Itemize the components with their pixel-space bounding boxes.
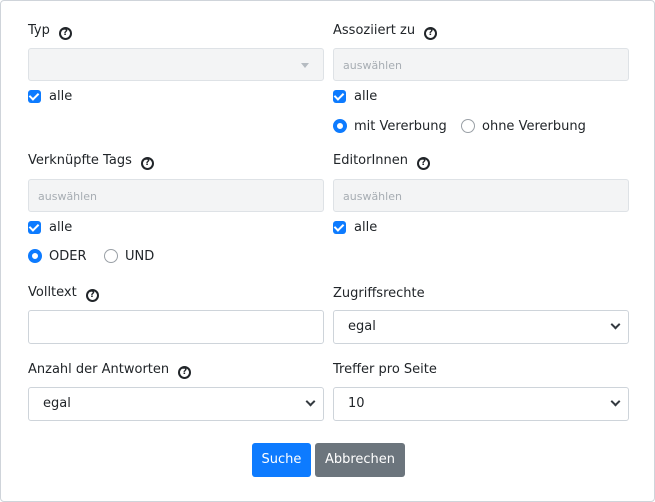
help-icon[interactable]: ?: [58, 27, 72, 40]
assoziiert-all-label: alle: [354, 89, 378, 104]
antworten-label-row: Anzahl der Antworten?: [28, 361, 192, 379]
typ-label-row: Typ?: [28, 22, 72, 40]
zugriff-value: egal: [348, 319, 376, 334]
oder-radio[interactable]: [28, 249, 42, 263]
tags-label-row: Verknüpfte Tags?: [28, 152, 154, 170]
caret-down-icon: [301, 63, 309, 68]
search-button[interactable]: Suche: [252, 443, 311, 477]
treffer-value: 10: [348, 396, 365, 411]
zugriff-select[interactable]: egal: [333, 310, 629, 344]
oder-label: ODER: [49, 249, 87, 264]
treffer-label: Treffer pro Seite: [333, 362, 437, 377]
editors-placeholder: auswählen: [343, 190, 402, 203]
antworten-label: Anzahl der Antworten: [28, 362, 170, 377]
treffer-select[interactable]: 10: [333, 387, 629, 421]
help-icon[interactable]: ?: [178, 366, 192, 379]
zugriff-label: Zugriffsrechte: [333, 286, 425, 301]
tags-label: Verknüpfte Tags: [28, 153, 132, 168]
typ-all-label: alle: [49, 89, 73, 104]
und-label: UND: [125, 249, 155, 264]
tags-all-label: alle: [49, 220, 73, 235]
volltext-label-row: Volltext?: [28, 284, 99, 302]
volltext-label: Volltext: [28, 285, 77, 300]
assoziiert-input[interactable]: auswählen: [333, 48, 629, 81]
mit-vererbung-radio[interactable]: [333, 119, 347, 133]
typ-select[interactable]: [28, 48, 324, 81]
tags-input[interactable]: auswählen: [28, 179, 324, 212]
ohne-vererbung-label: ohne Vererbung: [482, 119, 586, 134]
antworten-value: egal: [43, 396, 71, 411]
tags-placeholder: auswählen: [38, 190, 97, 203]
assoziiert-label-row: Assoziiert zu?: [333, 22, 438, 40]
help-icon[interactable]: ?: [85, 289, 99, 302]
assoziiert-placeholder: auswählen: [343, 59, 402, 72]
cancel-button[interactable]: Abbrechen: [315, 443, 405, 477]
tags-all-checkbox[interactable]: [28, 221, 41, 234]
chevron-down-icon: [610, 319, 621, 330]
editors-all-checkbox[interactable]: [333, 221, 346, 234]
editors-label-row: EditorInnen?: [333, 152, 431, 170]
help-icon[interactable]: ?: [424, 27, 438, 40]
help-icon[interactable]: ?: [140, 157, 154, 170]
mit-vererbung-label: mit Vererbung: [354, 119, 447, 134]
help-icon[interactable]: ?: [417, 157, 431, 170]
chevron-down-icon: [305, 396, 316, 407]
antworten-select[interactable]: egal: [28, 387, 324, 421]
editors-all-label: alle: [354, 220, 378, 235]
und-radio[interactable]: [104, 249, 118, 263]
assoziiert-label: Assoziiert zu: [333, 23, 416, 38]
typ-all-checkbox[interactable]: [28, 90, 41, 103]
volltext-input[interactable]: [28, 310, 324, 344]
editors-label: EditorInnen: [333, 153, 409, 168]
ohne-vererbung-radio[interactable]: [461, 119, 475, 133]
editors-input[interactable]: auswählen: [333, 179, 629, 212]
search-filter-panel: Typ? alle Assoziiert zu? auswählen alle …: [0, 0, 655, 502]
chevron-down-icon: [610, 396, 621, 407]
typ-label: Typ: [28, 23, 50, 38]
assoziiert-all-checkbox[interactable]: [333, 90, 346, 103]
